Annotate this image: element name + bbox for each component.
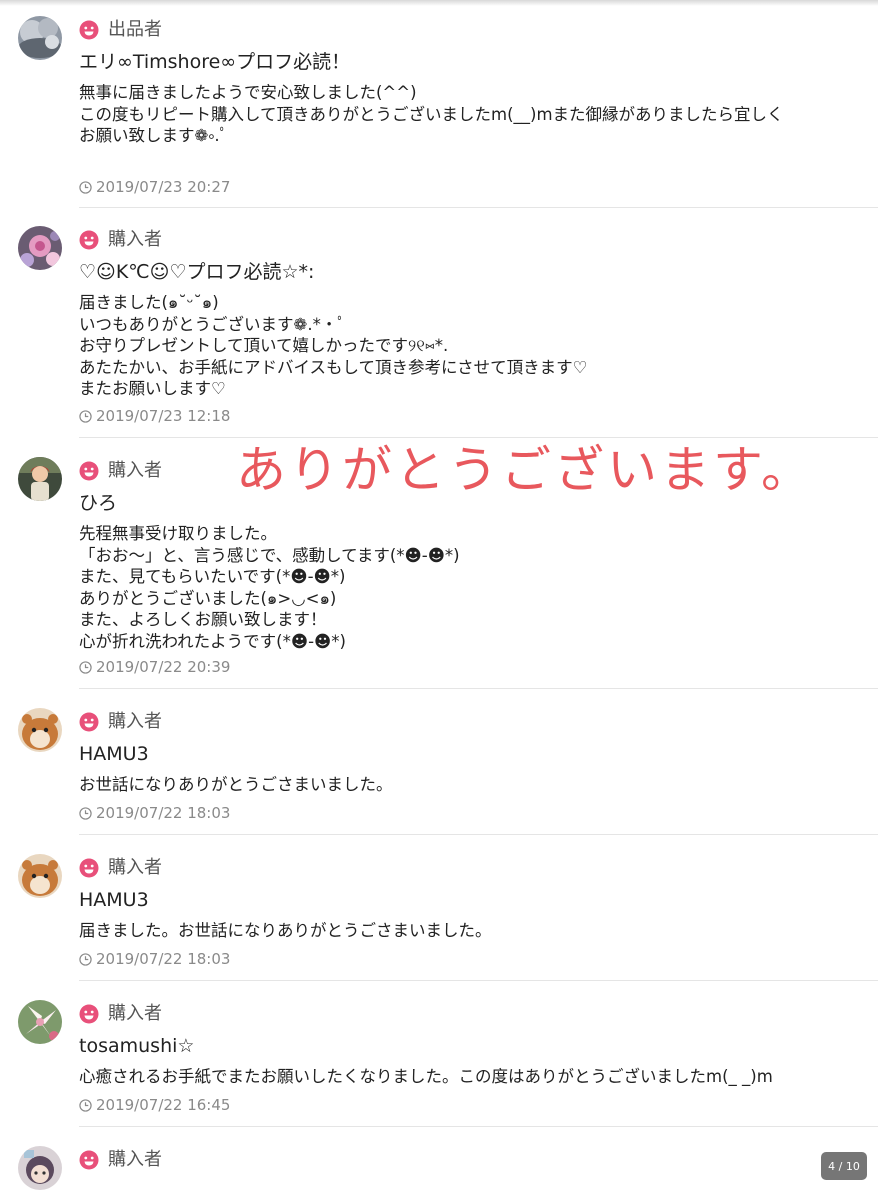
username-link[interactable]: ♡☺K℃☺♡プロフ必読☆*:	[79, 260, 314, 284]
review-date: 2019/07/22 18:03	[79, 949, 230, 969]
review-date: 2019/07/23 20:27	[79, 177, 230, 197]
user-role: 購入者	[79, 1001, 162, 1027]
clock-icon	[79, 409, 92, 423]
user-role: 購入者	[79, 1147, 162, 1173]
username-link[interactable]: HAMU3	[79, 888, 149, 912]
role-label: 購入者	[108, 711, 162, 732]
role-label: 購入者	[108, 229, 162, 250]
username-link[interactable]: ひろ	[79, 491, 117, 515]
role-label: 購入者	[108, 1003, 162, 1024]
review-message: お世話になりありがとうごさまいました。	[79, 775, 393, 794]
review-item: 購入者 tosamushi☆ 心癒されるお手紙でまたお願いしたくなりました。この…	[0, 990, 878, 1136]
review-message: 心癒されるお手紙でまたお願いしたくなりました。この度はありがとうございましたm(…	[79, 1067, 773, 1086]
clock-icon	[79, 1098, 92, 1112]
date-text: 2019/07/22 20:39	[96, 658, 231, 676]
page-indicator: 4 / 10	[821, 1152, 867, 1180]
review-date: 2019/07/22 16:45	[79, 1095, 230, 1115]
divider	[79, 207, 878, 208]
avatar[interactable]	[18, 1000, 62, 1044]
review-item: 出品者 エリ∞Timshore∞プロフ必読！ 無事に届きましたようで安心致しまし…	[0, 6, 878, 216]
smile-face-icon	[79, 461, 99, 481]
username-link[interactable]: tosamushi☆	[79, 1034, 194, 1058]
smile-face-icon	[79, 1150, 99, 1170]
smile-face-icon	[79, 712, 99, 732]
clock-icon	[79, 806, 92, 820]
review-message: 先程無事受け取りました。 「おお〜」と、言う感じで、感動してます(*☻-☻*) …	[79, 524, 460, 651]
clock-icon	[79, 952, 92, 966]
role-label: 出品者	[108, 19, 162, 40]
overlay-thank-you-text: ありがとうございます。	[236, 441, 814, 499]
divider	[79, 437, 878, 438]
role-label: 購入者	[108, 460, 162, 481]
divider	[79, 688, 878, 689]
clock-icon	[79, 660, 92, 674]
date-text: 2019/07/23 20:27	[96, 178, 231, 196]
review-message: 無事に届きましたようで安心致しました(^^) この度もリピート購入して頂きありが…	[79, 83, 784, 145]
avatar[interactable]	[18, 226, 62, 270]
clock-icon	[79, 180, 92, 194]
role-label: 購入者	[108, 857, 162, 878]
review-item: 購入者 ♡☺K℃☺♡プロフ必読☆*: 届きました(๑˘ᵕ˘๑) いつもありがとう…	[0, 216, 878, 447]
user-role: 購入者	[79, 855, 162, 881]
role-label: 購入者	[108, 1149, 162, 1170]
avatar[interactable]	[18, 854, 62, 898]
smile-face-icon	[79, 230, 99, 250]
divider	[79, 1126, 878, 1127]
review-message: 届きました(๑˘ᵕ˘๑) いつもありがとうございます❁.*・ﾟ お守りプレゼント…	[79, 293, 588, 398]
username-link[interactable]: エリ∞Timshore∞プロフ必読！	[79, 50, 350, 74]
date-text: 2019/07/22 18:03	[96, 950, 231, 968]
avatar[interactable]	[18, 1146, 62, 1190]
review-list[interactable]: 出品者 エリ∞Timshore∞プロフ必読！ 無事に届きましたようで安心致しまし…	[0, 6, 878, 1196]
user-role: 購入者	[79, 227, 162, 253]
date-text: 2019/07/23 12:18	[96, 407, 231, 425]
avatar[interactable]	[18, 16, 62, 60]
smile-face-icon	[79, 20, 99, 40]
smile-face-icon	[79, 1004, 99, 1024]
review-date: 2019/07/22 18:03	[79, 803, 230, 823]
divider	[79, 834, 878, 835]
avatar[interactable]	[18, 708, 62, 752]
user-role: 購入者	[79, 458, 162, 484]
review-message: 届きました。お世話になりありがとうごさまいました。	[79, 921, 492, 940]
review-item: 購入者 HAMU3 お世話になりありがとうごさまいました。 2019/07/22…	[0, 698, 878, 844]
user-role: 購入者	[79, 709, 162, 735]
date-text: 2019/07/22 16:45	[96, 1096, 231, 1114]
review-item: 購入者	[0, 1136, 878, 1196]
divider	[79, 980, 878, 981]
review-item: 購入者 HAMU3 届きました。お世話になりありがとうごさまいました。 2019…	[0, 844, 878, 990]
username-link[interactable]: HAMU3	[79, 742, 149, 766]
user-role: 出品者	[79, 17, 162, 43]
smile-face-icon	[79, 858, 99, 878]
review-date: 2019/07/22 20:39	[79, 657, 230, 677]
date-text: 2019/07/22 18:03	[96, 804, 231, 822]
avatar[interactable]	[18, 457, 62, 501]
review-date: 2019/07/23 12:18	[79, 406, 230, 426]
